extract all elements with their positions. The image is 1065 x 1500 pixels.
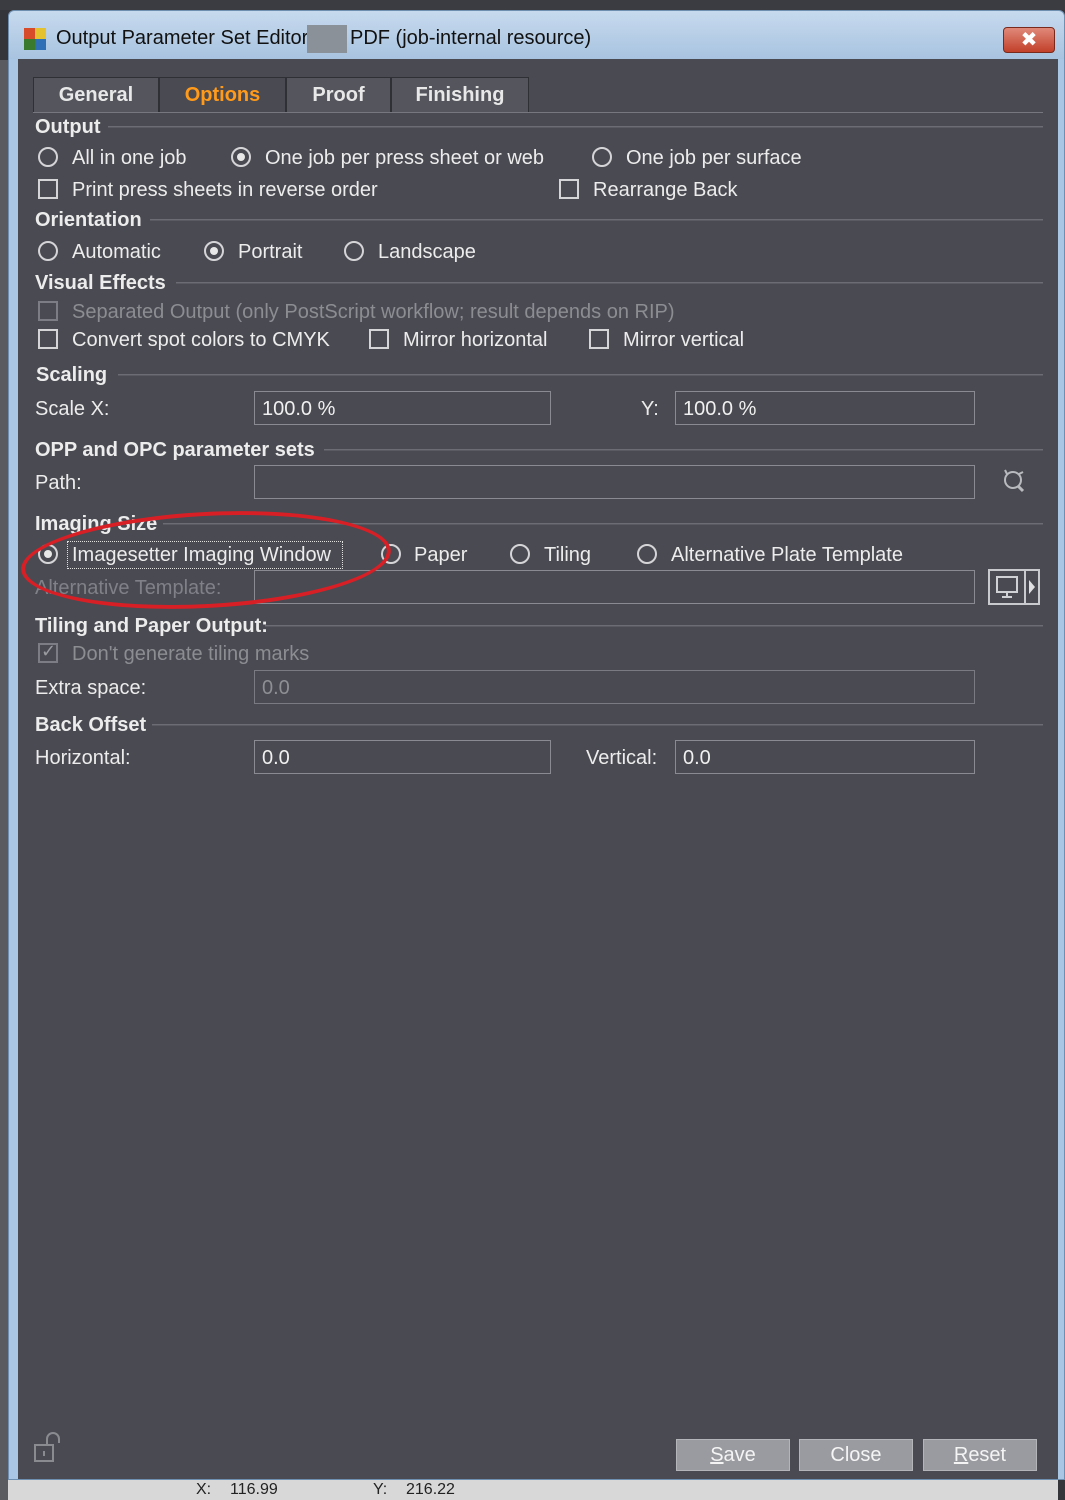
save-mnemonic: S	[710, 1444, 724, 1466]
checkbox-separated-output	[38, 301, 58, 321]
checkbox-mirror-vertical[interactable]	[589, 329, 609, 349]
unlock-icon[interactable]	[32, 1431, 62, 1465]
checkbox-no-tiling-marks	[38, 641, 58, 663]
vertical-label: Vertical:	[586, 747, 658, 769]
output-group-title: Output	[35, 116, 101, 138]
tab-finishing[interactable]: Finishing	[391, 77, 529, 113]
visual-effects-group-line	[176, 282, 1043, 284]
output-parameter-set-editor-window: Output Parameter Set Editor: PDF (job-in…	[8, 10, 1065, 1480]
horizontal-label: Horizontal:	[35, 747, 131, 769]
checkbox-reverse-order[interactable]	[38, 179, 58, 199]
tab-general[interactable]: General	[33, 77, 159, 113]
orientation-group-line	[150, 219, 1043, 221]
checkbox-spot-to-cmyk[interactable]	[38, 329, 58, 349]
path-label: Path:	[35, 472, 82, 494]
window-title-suffix: PDF (job-internal resource)	[350, 27, 592, 49]
background-app-edge	[0, 60, 8, 1500]
label-mirror-vertical: Mirror vertical	[623, 329, 745, 351]
reset-button[interactable]: Reset	[923, 1439, 1037, 1471]
orientation-group-title: Orientation	[35, 209, 142, 231]
tab-proof[interactable]: Proof	[286, 77, 391, 113]
scaling-group-title: Scaling	[36, 364, 108, 386]
radio-automatic[interactable]	[38, 241, 58, 261]
status-y-value: 216.22	[406, 1481, 455, 1498]
back-offset-group-title: Back Offset	[35, 714, 147, 736]
radio-alternative-plate-template[interactable]	[637, 544, 657, 564]
output-group-line	[108, 126, 1043, 128]
label-separated-output: Separated Output (only PostScript workfl…	[72, 301, 675, 323]
path-input[interactable]	[254, 465, 975, 499]
extra-space-input[interactable]: 0.0	[254, 670, 975, 704]
save-label-rest: ave	[723, 1444, 756, 1466]
scale-y-input[interactable]: 100.0 %	[675, 391, 975, 425]
label-no-tiling-marks: Don't generate tiling marks	[72, 643, 310, 665]
reset-label-rest: eset	[968, 1444, 1007, 1466]
scaling-group-line	[118, 374, 1043, 376]
background-app-top	[0, 0, 1065, 10]
horizontal-input[interactable]: 0.0	[254, 740, 551, 774]
scale-x-input[interactable]: 100.0 %	[254, 391, 551, 425]
redacted-name-block	[307, 25, 347, 53]
status-y-label: Y:	[373, 1481, 388, 1498]
opp-group-title: OPP and OPC parameter sets	[35, 439, 315, 461]
browse-template-icon[interactable]	[988, 569, 1040, 605]
label-paper: Paper	[414, 544, 468, 566]
window-close-button[interactable]: ✖	[1003, 27, 1055, 53]
scale-y-label: Y:	[641, 398, 659, 420]
radio-one-job-per-press-sheet[interactable]	[231, 147, 251, 167]
dialog-content: General Options Proof Finishing Output A…	[18, 59, 1058, 1479]
visual-effects-group-title: Visual Effects	[35, 272, 166, 294]
opp-group-line	[324, 449, 1043, 451]
checkbox-mirror-horizontal[interactable]	[369, 329, 389, 349]
radio-tiling[interactable]	[510, 544, 530, 564]
radio-one-job-per-surface[interactable]	[592, 147, 612, 167]
vertical-input[interactable]: 0.0	[675, 740, 975, 774]
status-x-value: 116.99	[230, 1481, 278, 1498]
tiling-group-title: Tiling and Paper Output:	[35, 615, 268, 637]
tiling-group-line	[265, 625, 1043, 627]
label-landscape: Landscape	[378, 241, 476, 263]
radio-portrait[interactable]	[204, 241, 224, 261]
label-mirror-horizontal: Mirror horizontal	[403, 329, 548, 351]
tab-divider	[33, 112, 1043, 113]
status-x-label: X:	[196, 1481, 212, 1498]
save-button[interactable]: Save	[676, 1439, 790, 1471]
label-automatic: Automatic	[72, 241, 161, 263]
label-one-job-per-press-sheet: One job per press sheet or web	[265, 147, 545, 169]
tab-options[interactable]: Options	[159, 77, 286, 113]
label-all-in-one-job: All in one job	[72, 147, 187, 169]
label-alternative-plate-template: Alternative Plate Template	[671, 544, 903, 566]
label-rearrange-back: Rearrange Back	[593, 179, 738, 201]
label-tiling: Tiling	[544, 544, 592, 566]
radio-all-in-one-job[interactable]	[38, 147, 58, 167]
back-offset-group-line	[152, 724, 1043, 726]
checkbox-rearrange-back[interactable]	[559, 179, 579, 199]
label-reverse-order: Print press sheets in reverse order	[72, 179, 378, 201]
refresh-search-icon[interactable]	[999, 467, 1029, 497]
label-spot-to-cmyk: Convert spot colors to CMYK	[72, 329, 330, 351]
close-button[interactable]: Close	[799, 1439, 913, 1471]
reset-mnemonic: R	[953, 1444, 969, 1466]
scale-x-label: Scale X:	[35, 398, 110, 420]
title-bar[interactable]: Output Parameter Set Editor: PDF (job-in…	[9, 11, 1064, 59]
label-portrait: Portrait	[238, 241, 303, 263]
extra-space-label: Extra space:	[35, 677, 147, 699]
radio-landscape[interactable]	[344, 241, 364, 261]
label-one-job-per-surface: One job per surface	[626, 147, 802, 169]
background-status-bar: X: 116.99 Y: 216.22	[8, 1480, 1058, 1500]
window-title: Output Parameter Set Editor:	[56, 27, 314, 49]
app-icon	[24, 28, 46, 50]
